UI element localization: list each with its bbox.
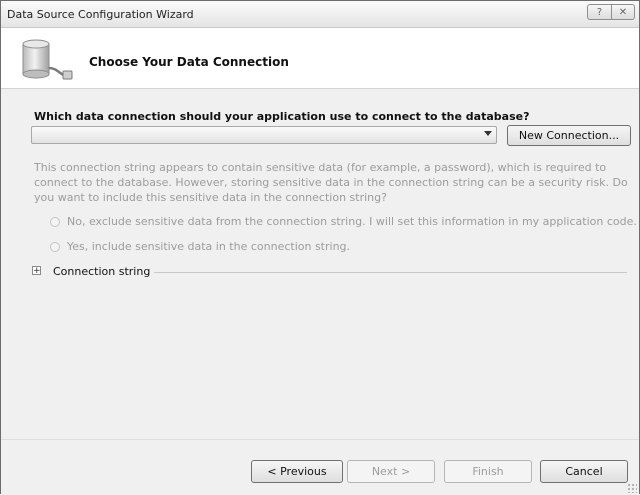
wizard-body: Which data connection should your applic… — [1, 89, 639, 439]
sensitive-data-description: This connection string appears to contai… — [34, 161, 628, 204]
radio-icon[interactable] — [50, 216, 60, 227]
expand-plus-icon[interactable]: + — [32, 266, 41, 276]
database-plug-icon — [22, 39, 73, 80]
divider — [154, 272, 627, 273]
new-connection-button[interactable]: New Connection... — [507, 125, 631, 146]
window-title: Data Source Configuration Wizard — [7, 8, 194, 21]
resize-grip-icon[interactable] — [627, 483, 637, 493]
title-bar: Data Source Configuration Wizard ? ✕ — [1, 1, 639, 28]
finish-button[interactable]: Finish — [444, 460, 532, 483]
close-button[interactable]: ✕ — [611, 4, 635, 20]
exclude-sensitive-label: No, exclude sensitive data from the conn… — [67, 215, 637, 228]
include-sensitive-label: Yes, include sensitive data in the conne… — [67, 240, 351, 253]
title-bar-buttons: ? ✕ — [587, 4, 635, 20]
next-button[interactable]: Next > — [347, 460, 435, 483]
connection-string-label[interactable]: Connection string — [53, 265, 150, 278]
connection-dropdown[interactable] — [31, 126, 497, 144]
connection-question-label: Which data connection should your applic… — [34, 110, 530, 123]
page-heading: Choose Your Data Connection — [89, 55, 289, 69]
wizard-window: Data Source Configuration Wizard ? ✕ Cho… — [0, 0, 640, 495]
exclude-sensitive-radio[interactable]: No, exclude sensitive data from the conn… — [50, 215, 637, 228]
include-sensitive-radio[interactable]: Yes, include sensitive data in the conne… — [50, 240, 350, 253]
connection-string-expander[interactable]: + Connection string — [32, 265, 632, 279]
radio-icon[interactable] — [50, 241, 60, 252]
wizard-footer: < Previous Next > Finish Cancel — [1, 439, 639, 495]
chevron-down-icon[interactable] — [484, 131, 492, 136]
help-button[interactable]: ? — [587, 4, 611, 20]
wizard-header: Choose Your Data Connection — [1, 28, 639, 89]
cancel-button[interactable]: Cancel — [540, 460, 628, 483]
previous-button[interactable]: < Previous — [251, 460, 343, 483]
